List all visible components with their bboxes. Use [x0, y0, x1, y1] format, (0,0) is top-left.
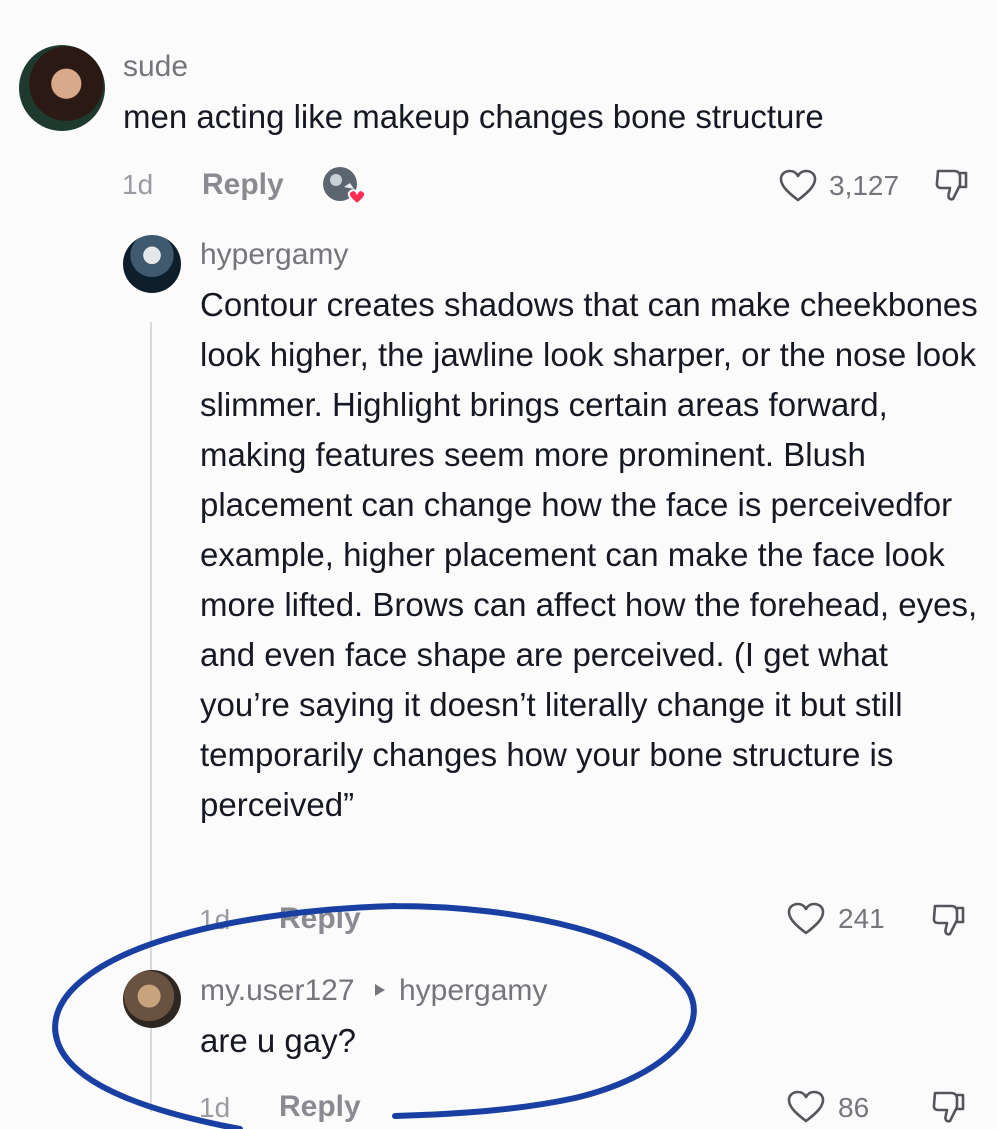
avatar-sude[interactable] — [19, 45, 105, 131]
reply-button[interactable]: Reply — [279, 902, 361, 936]
heart-outline-icon[interactable] — [786, 1089, 826, 1125]
dislike-icon[interactable] — [929, 900, 969, 940]
reply-button[interactable]: Reply — [202, 168, 284, 202]
reply-to-username[interactable]: hypergamy — [399, 974, 547, 1008]
like-count: 241 — [838, 903, 885, 934]
avatar-hypergamy[interactable] — [123, 235, 181, 293]
comment-username[interactable]: hypergamy — [200, 238, 348, 272]
comment-age: 1d — [199, 1092, 231, 1123]
comment-text: men acting like makeup changes bone stru… — [123, 98, 824, 135]
play-triangle-icon — [373, 982, 387, 998]
creator-liked-badge — [320, 165, 370, 207]
dislike-icon[interactable] — [929, 1087, 969, 1127]
reply-button[interactable]: Reply — [279, 1090, 361, 1124]
heart-outline-icon[interactable] — [778, 168, 818, 204]
comment-text: are u gay? — [200, 1022, 356, 1059]
comment-text: Contour creates shadows that can make ch… — [200, 286, 978, 823]
avatar-my-user127[interactable] — [123, 970, 181, 1028]
comment-age: 1d — [122, 169, 154, 200]
like-count: 3,127 — [829, 170, 900, 201]
comment-username[interactable]: sude — [123, 50, 188, 84]
heart-outline-icon[interactable] — [786, 901, 826, 937]
comment-age: 1d — [199, 904, 231, 935]
comment-username[interactable]: my.user127 — [200, 974, 355, 1008]
dislike-icon[interactable] — [932, 165, 972, 205]
like-count: 86 — [838, 1092, 870, 1123]
